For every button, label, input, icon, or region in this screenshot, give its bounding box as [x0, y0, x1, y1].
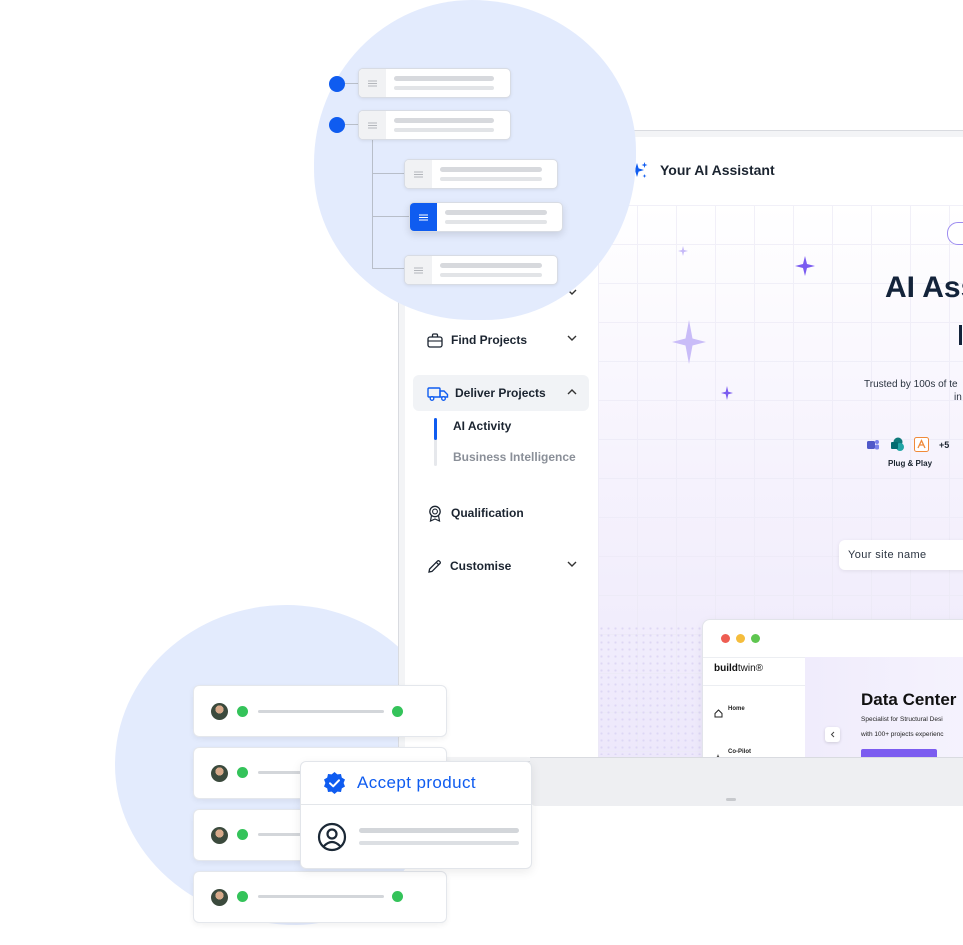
status-dot [392, 706, 403, 717]
avatar [211, 703, 228, 720]
sidebar-item-qualification[interactable]: Qualification [413, 495, 589, 531]
pencil-icon [428, 559, 441, 573]
window-maximize-dot[interactable] [751, 634, 760, 643]
hero-heading: AI Ass [885, 271, 963, 304]
preview-logo-divider [703, 685, 805, 686]
preview-nav-copilot[interactable]: Co-Pilot [728, 749, 751, 755]
window-minimize-dot[interactable] [736, 634, 745, 643]
status-dot [237, 767, 248, 778]
subnav-indicator-active [434, 418, 437, 440]
sidebar-item-label: Customise [450, 559, 512, 573]
preview-line-2: with 100+ projects experienc [861, 731, 944, 738]
laptop-base [530, 757, 963, 806]
preview-title: Data Center [861, 690, 957, 709]
card-divider [301, 804, 531, 805]
status-dot [237, 891, 248, 902]
preview-browser-window: buildtwin® Home Co-Pilot Data Center Spe… [702, 619, 963, 757]
user-circle-icon [317, 822, 347, 852]
tree-connector [372, 268, 405, 269]
autodesk-icon [914, 437, 929, 457]
preview-logo-rest: twin® [737, 663, 764, 674]
sidebar-subitem-ai-activity[interactable]: AI Activity [453, 419, 511, 433]
sidebar-item-deliver-projects[interactable]: Deliver Projects [413, 375, 589, 411]
preview-cta-button[interactable] [861, 749, 937, 757]
preview-logo-bold: build [714, 663, 738, 674]
award-icon [429, 505, 441, 522]
tree-node-selected[interactable] [409, 202, 563, 232]
chevron-left-icon [830, 731, 835, 738]
truck-icon [427, 386, 449, 401]
preview-line-1: Specialist for Structural Desi [861, 716, 943, 723]
tree-connector [345, 124, 359, 125]
trusted-text: Trusted by 100s of te [864, 379, 958, 390]
list-icon [405, 256, 432, 284]
sidebar-item-customise[interactable]: Customise [413, 548, 589, 584]
sidebar-subitem-business-intelligence[interactable]: Business Intelligence [453, 450, 576, 464]
site-name-placeholder: Your site name [848, 549, 927, 561]
avatar [211, 765, 228, 782]
tree-root-dot [329, 76, 345, 92]
tree-connector [372, 216, 410, 217]
preview-back-button[interactable] [825, 727, 840, 742]
tree-connector [345, 83, 359, 84]
sparkle-icon [678, 243, 688, 261]
tree-root-dot [329, 117, 345, 133]
accept-product-label: Accept product [357, 773, 476, 792]
teams-icon [866, 438, 880, 457]
sharepoint-icon [890, 437, 905, 457]
preview-content: Data Center Specialist for Structural De… [805, 657, 963, 757]
window-close-dot[interactable] [721, 634, 730, 643]
sidebar-item-label: Deliver Projects [455, 386, 546, 400]
sidebar-item-label: Qualification [451, 506, 524, 520]
tree-node[interactable] [358, 110, 511, 140]
placeholder-line [359, 828, 519, 833]
status-dot [392, 891, 403, 902]
avatar [211, 889, 228, 906]
sparkle-icon [714, 749, 723, 757]
preview-nav-home[interactable]: Home [728, 706, 745, 712]
assistant-title: Your AI Assistant [660, 162, 775, 178]
list-item[interactable] [193, 685, 447, 737]
accept-product-button[interactable]: Accept product [301, 762, 531, 804]
preview-logo: buildtwin® [714, 663, 763, 674]
site-name-input[interactable]: Your site name [839, 540, 963, 570]
hero-heading-fragment [959, 325, 962, 345]
chevron-down-icon [567, 335, 577, 341]
list-icon [359, 111, 386, 139]
accept-product-card: Accept product [300, 761, 532, 869]
tree-connector [372, 139, 373, 269]
verified-badge-icon [324, 771, 345, 794]
hero-panel: AI Ass Trusted by 100s of te in +5 Plug … [598, 205, 963, 757]
list-icon [359, 69, 386, 97]
tree-node[interactable] [358, 68, 511, 98]
browser-titlebar [703, 620, 963, 658]
sidebar-item-label: Find Projects [451, 333, 528, 347]
status-dot [237, 829, 248, 840]
sparkle-icon [795, 256, 815, 281]
hero-pill [947, 222, 963, 245]
dot-pattern [598, 625, 708, 755]
sidebar-item-find-projects[interactable]: Find Projects [413, 322, 589, 358]
integrations-more-count: +5 [939, 440, 950, 450]
tree-node[interactable] [404, 255, 558, 285]
briefcase-icon [427, 332, 443, 348]
trusted-text-line2: in [954, 392, 962, 403]
tree-connector [372, 173, 405, 174]
sparkle-icon [672, 320, 706, 369]
chevron-down-icon [567, 561, 577, 567]
list-icon [410, 203, 437, 231]
avatar [211, 827, 228, 844]
status-dot [237, 706, 248, 717]
chevron-up-icon [567, 389, 577, 395]
tree-node[interactable] [404, 159, 558, 189]
placeholder-line [359, 841, 519, 845]
plug-and-play-label: Plug & Play [888, 459, 933, 468]
preview-sidebar: buildtwin® Home Co-Pilot [703, 657, 806, 757]
sparkle-icon [721, 386, 733, 405]
list-item[interactable] [193, 871, 447, 923]
list-icon [405, 160, 432, 188]
home-icon [714, 705, 723, 723]
